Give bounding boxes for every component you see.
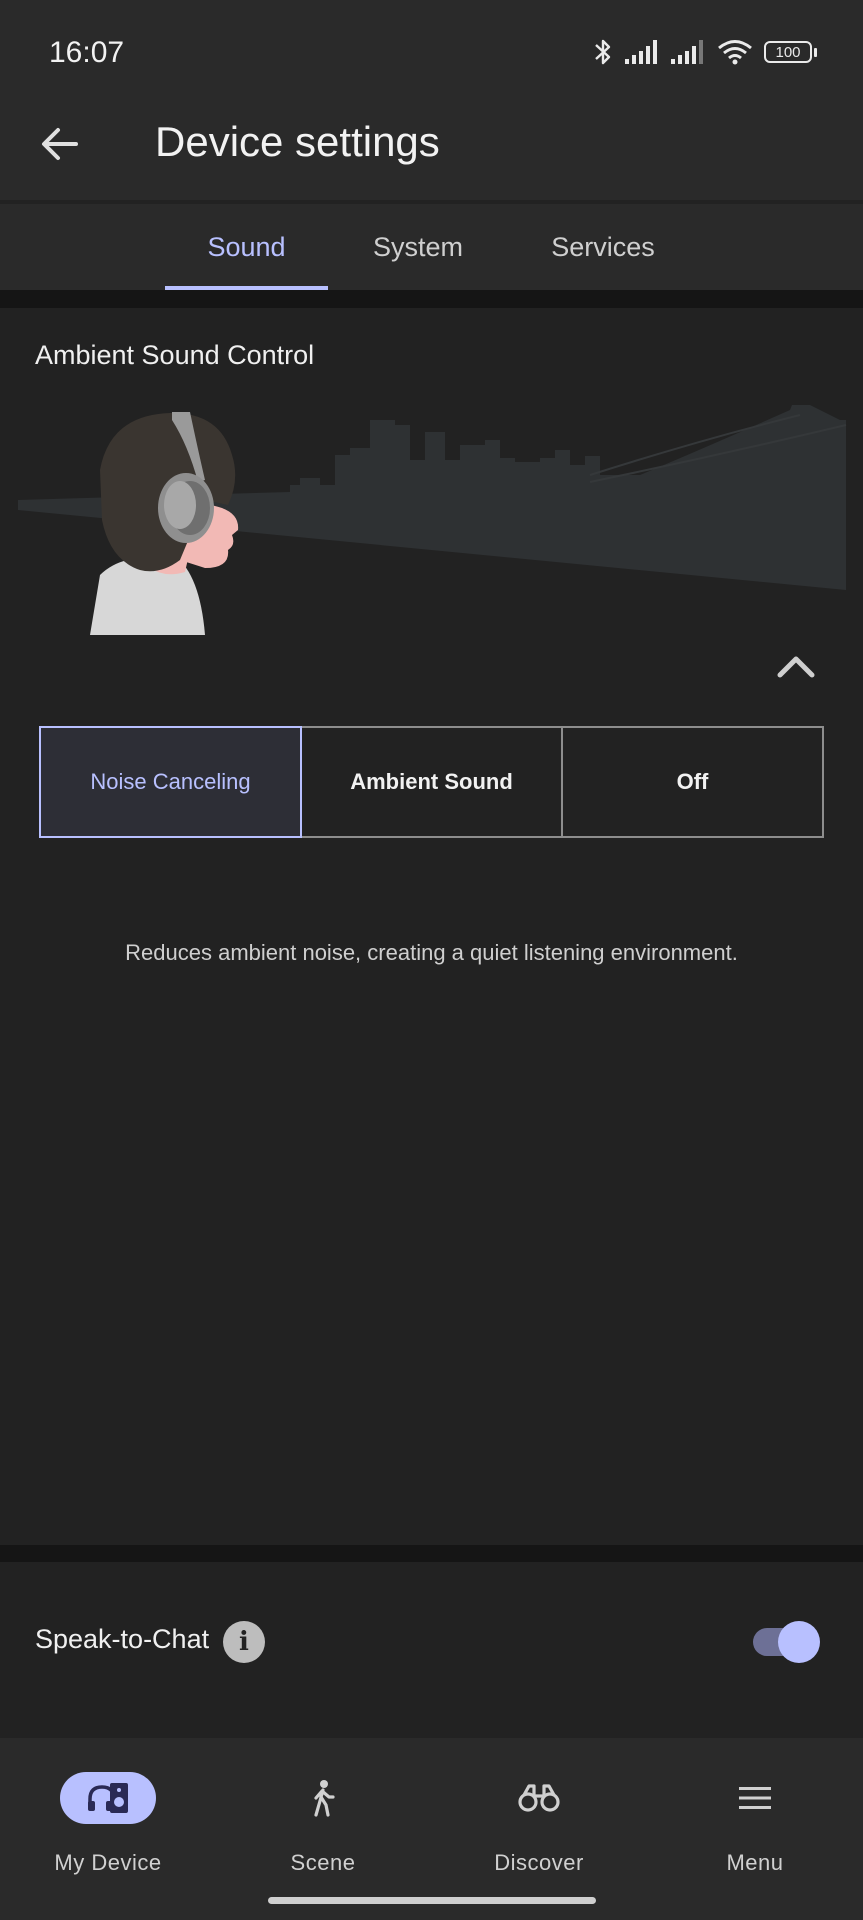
ambient-illustration	[18, 405, 847, 635]
nav-my-device[interactable]: My Device	[0, 1758, 216, 1878]
status-icons: 100	[592, 36, 817, 68]
status-bar: 16:07 100	[0, 0, 863, 104]
nav-icon-container	[60, 1772, 156, 1824]
tab-bar: Sound System Services	[0, 204, 863, 290]
battery-icon: 100	[764, 41, 817, 63]
nav-scene[interactable]: Scene	[215, 1758, 431, 1878]
tab-label: Sound	[207, 231, 286, 262]
nav-icon-container	[491, 1772, 587, 1824]
nav-icon-container	[707, 1772, 803, 1824]
tab-services[interactable]: Services	[527, 204, 679, 290]
nav-menu[interactable]: Menu	[647, 1758, 863, 1878]
tab-label: Services	[551, 231, 655, 262]
toggle-thumb	[778, 1621, 820, 1663]
bluetooth-icon	[595, 39, 611, 65]
back-button[interactable]	[32, 116, 88, 172]
nav-label: Scene	[290, 1850, 356, 1875]
info-icon[interactable]: i	[223, 1621, 265, 1663]
page-title: Device settings	[155, 118, 440, 165]
nav-label: Menu	[726, 1850, 784, 1875]
walking-person-icon	[314, 1780, 335, 1817]
ambient-mode-selector: Noise Canceling Ambient Sound Off	[39, 726, 824, 838]
nav-label: My Device	[54, 1850, 162, 1875]
tab-label: System	[372, 231, 464, 262]
chevron-up-icon	[777, 656, 815, 678]
off-option[interactable]: Off	[561, 726, 824, 838]
battery-level: 100	[764, 41, 812, 63]
tab-sound[interactable]: Sound	[165, 204, 328, 290]
section-divider	[0, 290, 863, 308]
nav-label: Discover	[494, 1850, 584, 1875]
arrow-left-icon	[42, 128, 78, 160]
ambient-sound-option[interactable]: Ambient Sound	[300, 726, 563, 838]
nav-discover[interactable]: Discover	[431, 1758, 647, 1878]
signal-icon	[671, 40, 703, 64]
app-header: Device settings	[0, 104, 863, 200]
noise-canceling-option[interactable]: Noise Canceling	[39, 726, 302, 838]
section-divider	[0, 1545, 863, 1562]
nav-icon-container	[275, 1772, 371, 1824]
collapse-button[interactable]	[770, 640, 822, 692]
hamburger-icon	[739, 1787, 771, 1809]
home-indicator[interactable]	[268, 1897, 596, 1904]
section-title: Ambient Sound Control	[35, 340, 315, 370]
signal-icon	[625, 40, 657, 64]
status-time: 16:07	[49, 36, 125, 69]
bottom-nav: My Device Scene Discover Menu	[0, 1738, 863, 1920]
wifi-icon	[718, 40, 752, 65]
tab-system[interactable]: System	[350, 204, 486, 290]
headphones-speaker-icon	[88, 1783, 128, 1813]
mode-description: Reduces ambient noise, creating a quiet …	[125, 940, 738, 965]
speak-to-chat-row: Speak-to-Chat i	[0, 1562, 863, 1738]
speak-to-chat-toggle[interactable]	[750, 1619, 822, 1665]
binoculars-icon	[518, 1784, 560, 1812]
speak-to-chat-label: Speak-to-Chat	[35, 1624, 210, 1654]
